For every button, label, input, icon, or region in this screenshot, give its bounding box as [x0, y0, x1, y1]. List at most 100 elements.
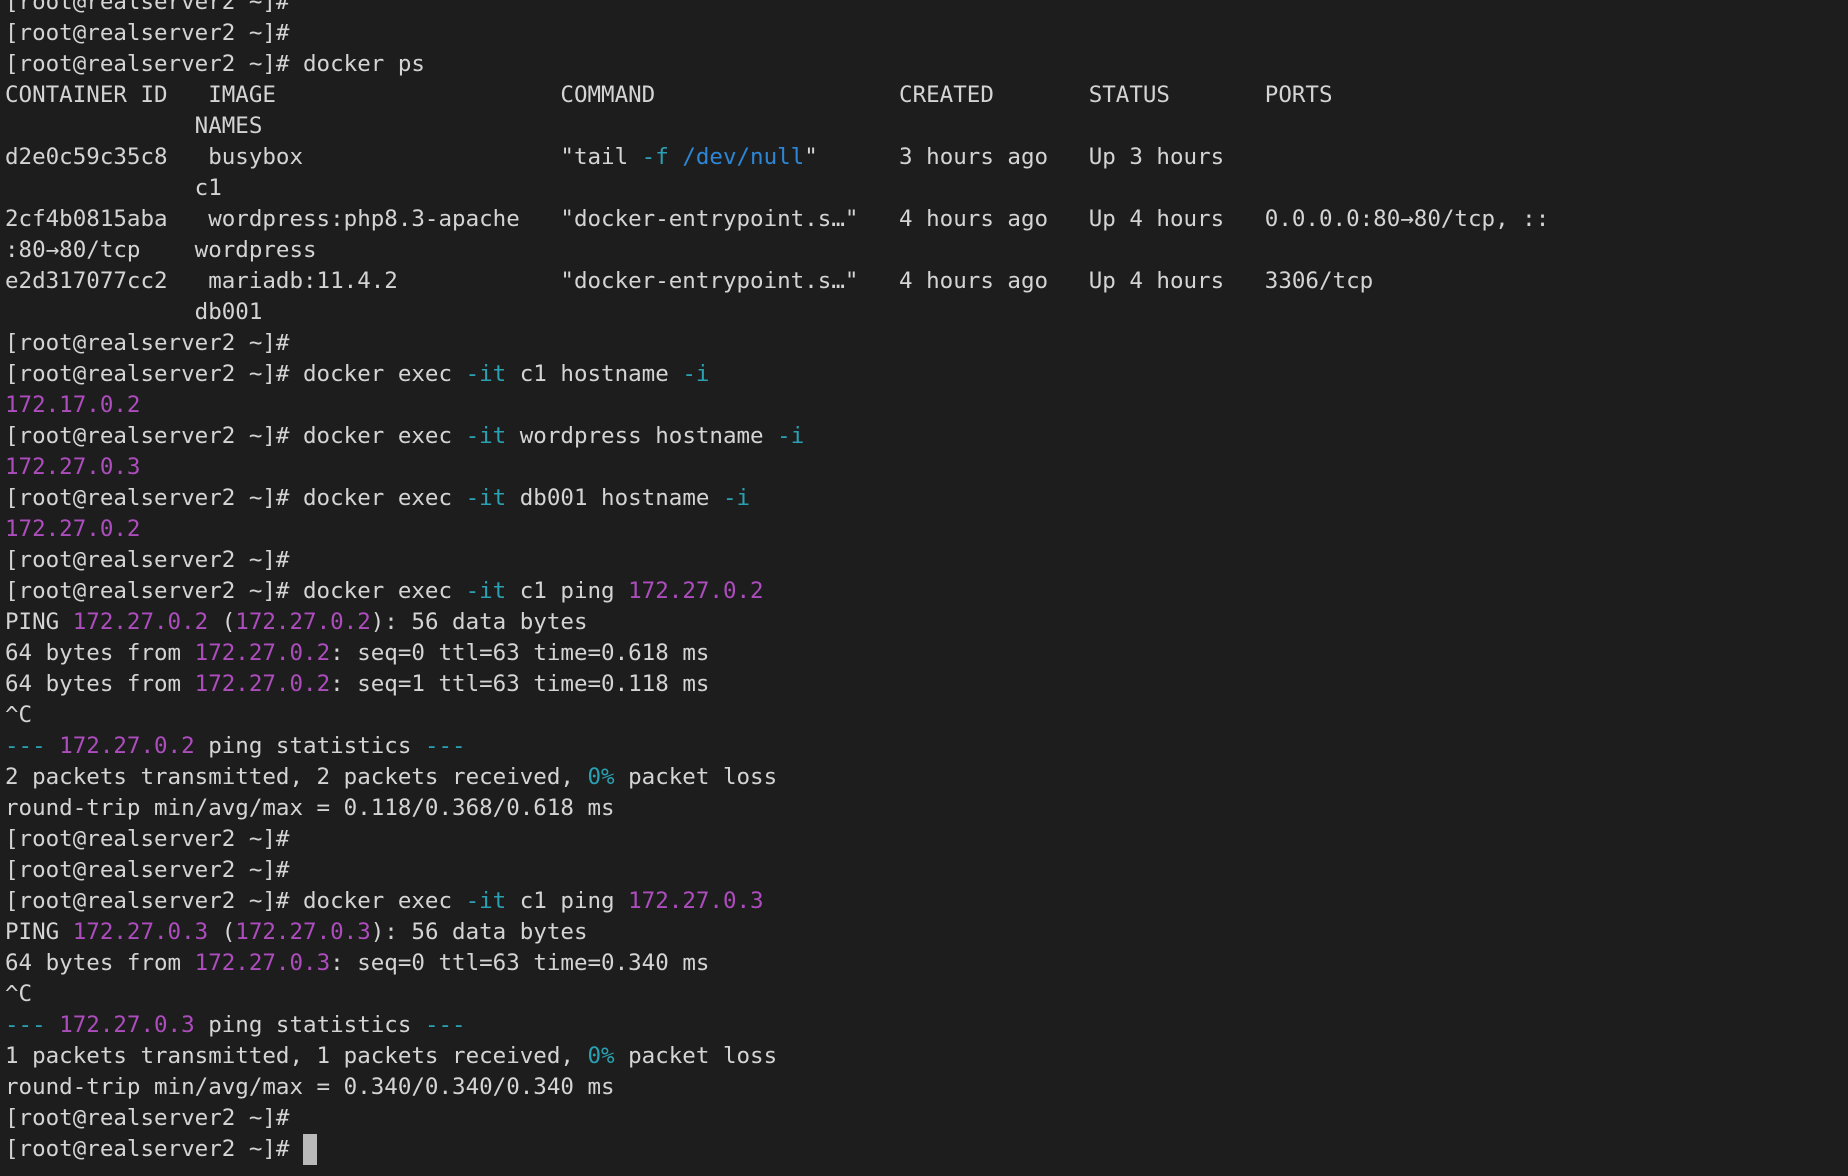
terminal-line: --- 172.27.0.3 ping statistics --- — [5, 1010, 1848, 1041]
terminal-text-segment — [46, 1012, 60, 1038]
terminal-line: ^C — [5, 700, 1848, 731]
terminal-text-segment: ^C — [5, 981, 32, 1007]
terminal-text-segment: 172.17.0.2 — [5, 392, 140, 418]
terminal-line: 1 packets transmitted, 1 packets receive… — [5, 1041, 1848, 1072]
terminal-text-segment: 172.27.0.2 — [235, 609, 370, 635]
terminal-text-segment: PING — [5, 609, 73, 635]
terminal-text-segment: 172.27.0.3 — [195, 950, 330, 976]
terminal-text-segment: ): 56 data bytes — [371, 609, 588, 635]
terminal-text-segment: ( — [208, 919, 235, 945]
terminal-text-segment: ): 56 data bytes — [371, 919, 588, 945]
terminal-text-segment: : seq=0 ttl=63 time=0.340 ms — [330, 950, 709, 976]
terminal-text-segment: c1 ping — [506, 578, 628, 604]
terminal-line: d2e0c59c35c8 busybox "tail -f /dev/null"… — [5, 142, 1848, 173]
terminal-text-segment: [root@realserver2 ~]# docker exec — [5, 578, 466, 604]
terminal-text-segment: -i — [682, 361, 709, 387]
terminal-text-segment: --- — [5, 1012, 46, 1038]
terminal-line: [root@realserver2 ~]# docker exec -it db… — [5, 483, 1848, 514]
terminal-text-segment: db001 hostname — [506, 485, 723, 511]
terminal-text-segment — [669, 144, 683, 170]
terminal-line: PING 172.27.0.3 (172.27.0.3): 56 data by… — [5, 917, 1848, 948]
terminal-line: CONTAINER ID IMAGE COMMAND CREATED STATU… — [5, 80, 1848, 111]
terminal-text-segment: round-trip min/avg/max = 0.340/0.340/0.3… — [5, 1074, 615, 1100]
terminal-text-segment: [root@realserver2 ~]# — [5, 826, 289, 852]
terminal-line: 64 bytes from 172.27.0.3: seq=0 ttl=63 t… — [5, 948, 1848, 979]
terminal-line: PING 172.27.0.2 (172.27.0.2): 56 data by… — [5, 607, 1848, 638]
terminal-text-segment: c1 ping — [506, 888, 628, 914]
terminal-text-segment: 64 bytes from — [5, 950, 195, 976]
terminal-text-segment: ping statistics — [195, 733, 425, 759]
terminal-text-segment: packet loss — [615, 1043, 778, 1069]
terminal-line: round-trip min/avg/max = 0.118/0.368/0.6… — [5, 793, 1848, 824]
terminal-text-segment: round-trip min/avg/max = 0.118/0.368/0.6… — [5, 795, 615, 821]
terminal-text-segment: ^C — [5, 702, 32, 728]
terminal-text-segment: 0% — [587, 1043, 614, 1069]
terminal-text-segment: 172.27.0.3 — [235, 919, 370, 945]
terminal-text-segment: [root@realserver2 ~]# — [5, 20, 289, 46]
terminal-text-segment: " 3 hours ago Up 3 hours — [804, 144, 1224, 170]
terminal-text-segment: 172.27.0.2 — [195, 671, 330, 697]
terminal-text-segment: ping statistics — [195, 1012, 425, 1038]
terminal-text-segment: : seq=0 ttl=63 time=0.618 ms — [330, 640, 709, 666]
terminal-line: [root@realserver2 ~]# — [5, 1103, 1848, 1134]
terminal-text-segment: packet loss — [615, 764, 778, 790]
terminal-text-segment: -i — [777, 423, 804, 449]
terminal-text-segment: [root@realserver2 ~]# — [5, 330, 289, 356]
terminal-line: [root@realserver2 ~]# — [5, 824, 1848, 855]
terminal-line: [root@realserver2 ~]# — [5, 855, 1848, 886]
terminal-line: [root@realserver2 ~]# docker exec -it c1… — [5, 359, 1848, 390]
terminal-text-segment — [46, 733, 60, 759]
terminal-line: ^C — [5, 979, 1848, 1010]
terminal-text-segment: /dev/null — [682, 144, 804, 170]
terminal-line: db001 — [5, 297, 1848, 328]
terminal-text-segment: c1 — [5, 175, 222, 201]
terminal-text-segment: 172.27.0.3 — [73, 919, 208, 945]
terminal-text-segment: 172.27.0.3 — [5, 454, 140, 480]
terminal-text-segment: 172.27.0.2 — [195, 640, 330, 666]
terminal-text-segment: 2 packets transmitted, 2 packets receive… — [5, 764, 587, 790]
terminal-text-segment: 172.27.0.3 — [628, 888, 763, 914]
terminal-line: [root@realserver2 ~]# — [5, 1134, 1848, 1165]
terminal-text-segment: [root@realserver2 ~]# — [5, 857, 289, 883]
terminal-text-segment: 172.27.0.2 — [628, 578, 763, 604]
terminal-line: [root@realserver2 ~]# docker ps — [5, 49, 1848, 80]
terminal-text-segment: -it — [466, 485, 507, 511]
terminal-text-segment: [root@realserver2 ~]# — [5, 1105, 289, 1131]
terminal-text-segment: --- — [5, 733, 46, 759]
terminal-line: [root@realserver2 ~]# docker exec -it wo… — [5, 421, 1848, 452]
terminal-text-segment: --- — [425, 733, 466, 759]
terminal-text-segment: [root@realserver2 ~]# — [5, 1136, 303, 1162]
terminal-text-segment: ( — [208, 609, 235, 635]
terminal-text-segment: 2cf4b0815aba wordpress:php8.3-apache "do… — [5, 206, 1549, 232]
terminal-line: round-trip min/avg/max = 0.340/0.340/0.3… — [5, 1072, 1848, 1103]
terminal-text-segment: CONTAINER ID IMAGE COMMAND CREATED STATU… — [5, 82, 1333, 108]
terminal-line: :80→80/tcp wordpress — [5, 235, 1848, 266]
terminal-text-segment: [root@realserver2 ~]# docker exec — [5, 361, 466, 387]
terminal-line: 64 bytes from 172.27.0.2: seq=0 ttl=63 t… — [5, 638, 1848, 669]
terminal-text-segment: d2e0c59c35c8 busybox "tail — [5, 144, 642, 170]
terminal-line: 64 bytes from 172.27.0.2: seq=1 ttl=63 t… — [5, 669, 1848, 700]
terminal-text-segment: 172.27.0.3 — [59, 1012, 194, 1038]
terminal-line: e2d317077cc2 mariadb:11.4.2 "docker-entr… — [5, 266, 1848, 297]
terminal-line: 2 packets transmitted, 2 packets receive… — [5, 762, 1848, 793]
terminal-text-segment: e2d317077cc2 mariadb:11.4.2 "docker-entr… — [5, 268, 1373, 294]
terminal-line: [root@realserver2 ~]# docker exec -it c1… — [5, 886, 1848, 917]
terminal-line: [root@realserver2 ~]# — [5, 0, 1848, 18]
terminal-output: [root@realserver2 ~]# [root@realserver2 ~… — [0, 0, 1848, 1165]
terminal-line: 172.27.0.2 — [5, 514, 1848, 545]
terminal-text-segment: -it — [466, 578, 507, 604]
terminal-line: [root@realserver2 ~]# — [5, 18, 1848, 49]
terminal-text-segment: -it — [466, 361, 507, 387]
terminal-text-segment: --- — [425, 1012, 466, 1038]
terminal-text-segment: -f — [642, 144, 669, 170]
terminal-text-segment: 172.27.0.2 — [59, 733, 194, 759]
terminal-text-segment: c1 hostname — [506, 361, 682, 387]
terminal-text-segment: [root@realserver2 ~]# docker exec — [5, 485, 466, 511]
terminal-text-segment: -it — [466, 423, 507, 449]
terminal[interactable]: [root@realserver2 ~]# [root@realserver2 ~… — [0, 0, 1848, 1176]
terminal-line: 172.27.0.3 — [5, 452, 1848, 483]
terminal-text-segment: [root@realserver2 ~]# — [5, 0, 289, 15]
terminal-line: 172.17.0.2 — [5, 390, 1848, 421]
terminal-text-segment: [root@realserver2 ~]# docker exec — [5, 888, 466, 914]
terminal-text-segment: :80→80/tcp wordpress — [5, 237, 317, 263]
